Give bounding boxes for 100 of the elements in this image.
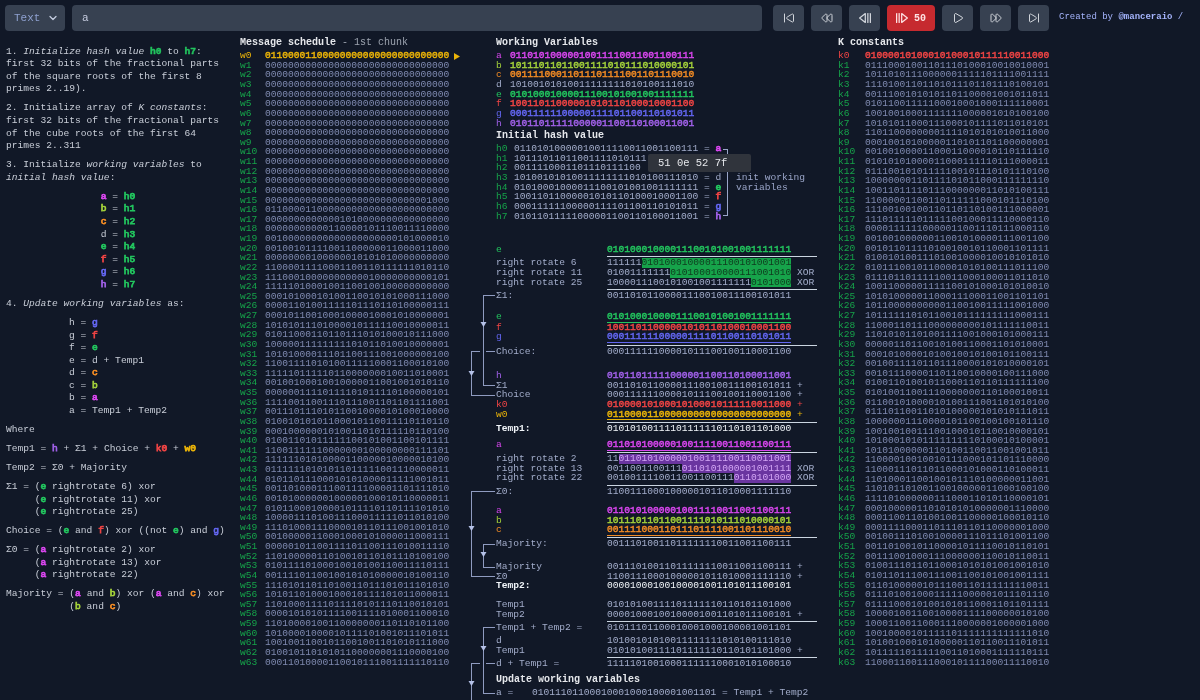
word-index: k51 xyxy=(838,542,857,552)
row-label: Majority xyxy=(496,562,544,572)
mode-select[interactable]: Text xyxy=(5,5,65,31)
binary-value: 00011001101001001100000100010110 xyxy=(865,513,1050,523)
word-index: w4 xyxy=(240,89,253,100)
binary-value: 01011101100010001000100001001101 xyxy=(607,622,792,633)
binary-value: 00010110010001000010001010000001 xyxy=(265,311,450,321)
word-index: w43 xyxy=(240,465,259,475)
binary-value: 00111010011011111110011001100111 xyxy=(607,562,792,572)
word-index: w27 xyxy=(240,311,259,321)
binary-value: 00111100011011101111001101110010 xyxy=(607,525,792,536)
assignment-text: g = h6 xyxy=(100,266,136,279)
binary-value: 01011011100010101000011111001011 xyxy=(265,474,450,485)
row-label: Majority: xyxy=(496,539,549,550)
explanation-text: 1. Initialize hash value h0 to h7: first 32 bits of the fractional parts of the square roots of the first 8 primes 2..19). xyxy=(6,45,221,97)
binary-value: 01111110101011011111001110000011 xyxy=(265,465,450,475)
word-index: w23 xyxy=(240,272,259,283)
binary-value: 00110101100001110010011100101011 xyxy=(607,380,792,391)
fast-forward-button[interactable] xyxy=(980,5,1011,31)
word-index: w24 xyxy=(240,282,259,292)
binary-value: 01010001000011100101001001111111 xyxy=(510,89,695,100)
word-index: w30 xyxy=(240,339,259,350)
word-index: w8 xyxy=(240,128,253,138)
variable-letter: e xyxy=(715,182,722,193)
word-index: k40 xyxy=(838,436,857,446)
binary-value: 01000010100010100010111110011000 xyxy=(607,400,792,410)
word-index: k55 xyxy=(838,580,857,591)
fast-forward-icon xyxy=(989,12,1002,24)
word-index: w11 xyxy=(240,157,259,167)
word-index: k47 xyxy=(838,503,857,514)
assignment-text: d = h3 xyxy=(100,228,136,242)
word-index: w62 xyxy=(240,647,259,658)
play-button[interactable] xyxy=(942,5,973,31)
explanation-text: 3. Initialize working variables to initial hash value: xyxy=(6,159,203,185)
word-index: k36 xyxy=(838,397,857,408)
word-index: w35 xyxy=(240,388,259,398)
binary-value: 10000011111111101011010010000001 xyxy=(265,339,450,350)
variable-label: c xyxy=(496,70,503,81)
binary-value: 10101101000100010111101011000011 xyxy=(265,590,450,600)
binary-value: 00001000100100001001101011100101 xyxy=(607,609,792,620)
binary-value: 11000010010010111000101101110000 xyxy=(865,455,1050,466)
word-index: k62 xyxy=(838,647,857,658)
binary-value: 10111011011001111010111 xyxy=(514,153,647,164)
assignment-text: d = c xyxy=(69,367,99,380)
assignment-text: a = Temp1 + Temp2 xyxy=(69,405,167,418)
formula-text: Temp1 = h + Σ1 + Choice + k0 + w0 xyxy=(6,443,197,456)
word-index: w15 xyxy=(240,195,259,206)
binary-value: 1000011100101001001111111 xyxy=(607,277,751,288)
binary-value: 00101000000100000100010110000011 xyxy=(265,493,450,504)
word-index: w55 xyxy=(240,580,259,591)
message-input[interactable]: a xyxy=(72,5,762,31)
binary-value: 00000000000000000000000000000000 xyxy=(265,118,450,129)
word-index: k29 xyxy=(838,330,857,340)
binary-value: 00000000000000000000000000000000 xyxy=(265,60,450,71)
binary-value: 00100101111001100000011000011000 xyxy=(265,243,450,254)
hash-index: h6 xyxy=(496,201,509,212)
word-index: k32 xyxy=(838,359,857,369)
rewind-button[interactable] xyxy=(811,5,842,31)
section-title: Message schedule xyxy=(240,37,336,49)
binary-value: 10000100110010000111100000010100 xyxy=(865,609,1050,620)
word-index: k19 xyxy=(838,234,857,244)
word-index: w40 xyxy=(240,436,259,446)
step-back-button[interactable] xyxy=(849,5,880,31)
word-index: k43 xyxy=(838,465,857,475)
assignment-text: b = h1 xyxy=(100,203,136,216)
operator-text: + xyxy=(797,390,803,400)
word-index: w44 xyxy=(240,474,259,485)
word-index: k5 xyxy=(838,99,851,109)
play-icon xyxy=(951,12,964,24)
binary-value: 10100100010100000110110011101011 xyxy=(865,638,1050,648)
binary-value: 00110100011100111100001101111010 xyxy=(265,484,450,494)
binary-value: 01011000110110111010100010111000 xyxy=(265,330,450,340)
binary-value: 11000011110001100110111111010110 xyxy=(265,262,450,273)
binary-value: 11101001101101011101101110100101 xyxy=(865,80,1050,90)
binary-value: 00111101100100101010000010100110 xyxy=(265,570,450,581)
word-index: w59 xyxy=(240,619,259,629)
skip-forward-button[interactable] xyxy=(1018,5,1049,31)
binary-value: 11010110100110010000011000100100 xyxy=(865,484,1050,494)
variable-label: e xyxy=(496,89,503,100)
word-index: k63 xyxy=(838,657,857,668)
word-index: w39 xyxy=(240,426,259,437)
binary-value: 00000000000000000000000000000000 xyxy=(265,108,450,119)
word-index: k52 xyxy=(838,551,857,562)
word-index: k8 xyxy=(838,128,851,138)
row-label: right rotate 25 xyxy=(496,277,584,288)
binary-value: 11000110011100010111100011110010 xyxy=(865,657,1050,668)
binary-value: 01101010000010011110011001100111 xyxy=(607,440,792,451)
binary-value: 00001010101111001111010001100010 xyxy=(265,609,450,620)
word-index: k50 xyxy=(838,532,857,543)
binary-value: 00011111100000111101100110101011 xyxy=(514,201,699,212)
binary-value: 00010010100000110101101100000001 xyxy=(865,137,1050,148)
step-forward-button[interactable]: 50 xyxy=(887,5,935,31)
binary-value: 00111010011011111110011001100111 xyxy=(607,539,792,550)
word-index: k24 xyxy=(838,282,857,292)
word-index: w32 xyxy=(240,359,259,369)
word-index: w28 xyxy=(240,320,259,331)
binary-value: 11101111101111100100011110000110 xyxy=(865,214,1050,225)
word-index: w37 xyxy=(240,407,259,417)
skip-back-button[interactable] xyxy=(773,5,804,31)
word-index: k23 xyxy=(838,272,857,283)
